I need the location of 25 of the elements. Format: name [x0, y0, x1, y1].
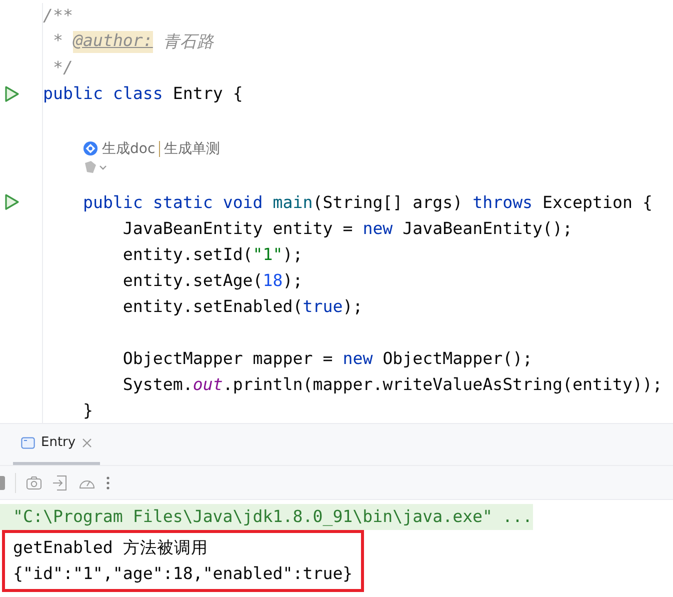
code-line: ObjectMapper mapper = new ObjectMapper();: [122, 348, 533, 368]
code-line: entity.setEnabled(true);: [122, 296, 363, 316]
code-line: /**: [43, 6, 73, 26]
code-line: }: [82, 400, 93, 420]
hint-action-link[interactable]: 生成doc: [102, 140, 156, 158]
stop-icon[interactable]: [0, 476, 5, 490]
code-line: entity.setAge(18);: [122, 270, 303, 290]
code-line: JavaBeanEntity entity = new JavaBeanEntity();: [122, 218, 573, 238]
output-line: {"id":"1","age":18,"enabled":true}: [13, 563, 353, 585]
run-icon[interactable]: [4, 193, 20, 212]
code-line: entity.setId("1");: [122, 244, 303, 264]
import-icon[interactable]: [52, 474, 68, 490]
run-icon[interactable]: [4, 84, 20, 103]
output-line: getEnabled 方法被调用: [13, 537, 209, 559]
code-line: System.out.println(mapper.writeValueAsString(entity));: [122, 374, 662, 394]
code-line: */: [52, 58, 73, 78]
code-line: * @author: 青石路: [52, 30, 214, 53]
close-icon[interactable]: [82, 438, 92, 448]
hint-action-link[interactable]: 生成单测: [164, 140, 220, 158]
code-line: public static void main(String[] args) throws Exception {: [82, 192, 652, 212]
code-line: public class Entry {: [43, 84, 243, 104]
more-icon[interactable]: [106, 476, 110, 490]
assistant-icon[interactable]: [83, 141, 98, 156]
camera-icon[interactable]: [26, 476, 42, 490]
window-icon: [21, 436, 35, 448]
